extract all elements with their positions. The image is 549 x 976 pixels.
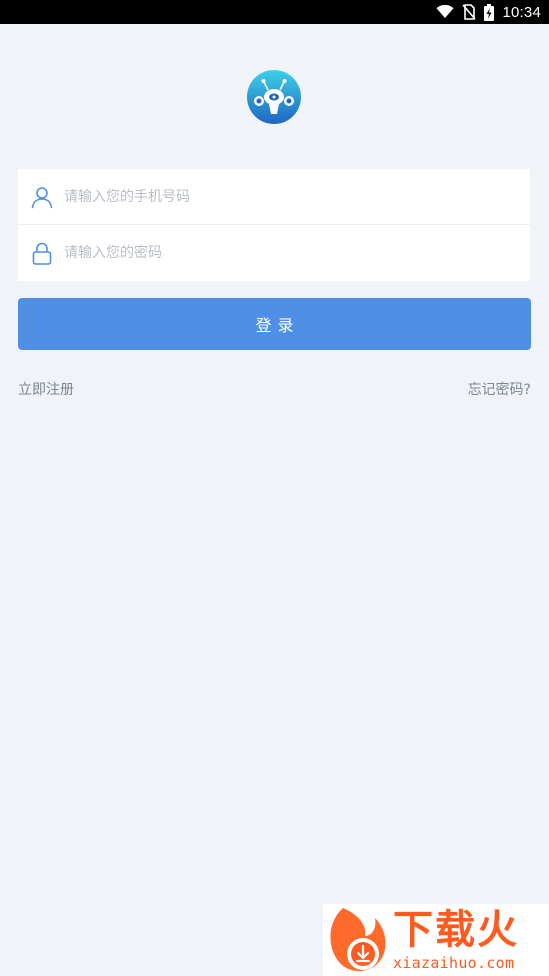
lock-icon [32,242,52,265]
login-input-card [18,169,530,281]
phone-number-input[interactable] [64,177,514,217]
watermark: 下载火 xiazaihuo.com [323,904,549,976]
status-icons: 10:34 [436,2,541,22]
wifi-icon [436,5,454,18]
phone-field-row [18,169,530,225]
forgot-password-link[interactable]: 忘记密码? [468,380,531,400]
register-link[interactable]: 立即注册 [18,380,74,400]
password-input[interactable] [64,233,514,273]
status-time: 10:34 [502,3,541,21]
no-sim-icon [462,4,477,20]
watermark-url: xiazaihuo.com [393,954,515,972]
battery-charging-icon [484,3,495,21]
app-logo-icon [247,70,301,124]
password-field-row [18,225,530,281]
login-button[interactable]: 登录 [18,298,531,350]
watermark-flame-logo-icon [330,908,386,971]
status-bar: 10:34 [0,0,549,24]
watermark-title: 下载火 [393,907,519,953]
user-icon [31,187,53,209]
